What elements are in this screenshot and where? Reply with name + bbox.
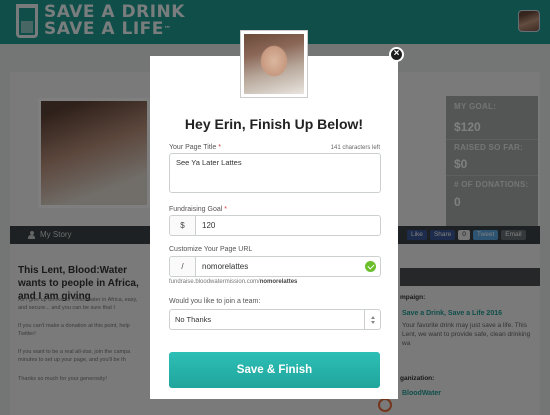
fundraising-goal-label: Fundraising Goal * — [169, 206, 227, 213]
save-and-finish-button[interactable]: Save & Finish — [169, 352, 380, 388]
team-label: Would you like to join a team: — [169, 298, 261, 305]
modal-profile-photo — [240, 30, 308, 98]
checkmark-icon — [365, 261, 376, 272]
required-mark: * — [218, 144, 221, 151]
fundraising-goal-label-text: Fundraising Goal — [169, 206, 223, 213]
team-select[interactable]: No Thanks — [169, 309, 381, 330]
page-url-label: Customize Your Page URL — [169, 246, 253, 253]
team-select-value: No Thanks — [175, 315, 212, 324]
close-modal-button[interactable]: × — [389, 47, 404, 62]
url-preview: fundraise.bloodwatermission.com/nomorela… — [169, 279, 297, 285]
required-mark: * — [224, 206, 227, 213]
page-title-input[interactable]: See Ya Later Lattes — [169, 153, 381, 193]
currency-addon: $ — [170, 216, 196, 235]
page-title-label: Your Page Title * — [169, 144, 221, 151]
fundraising-goal-input[interactable]: 120 — [196, 216, 380, 235]
character-counter: 141 characters left — [330, 145, 380, 151]
url-prefix-addon: / — [170, 257, 196, 276]
profile-image — [244, 34, 304, 94]
page-url-field[interactable]: / nomorelattes — [169, 256, 381, 277]
fundraising-goal-field[interactable]: $ 120 — [169, 215, 381, 236]
url-preview-base: fundraise.bloodwatermission.com/ — [169, 279, 260, 285]
select-arrows-icon — [364, 310, 380, 329]
page-url-input[interactable]: nomorelattes — [196, 257, 380, 276]
page-title-label-text: Your Page Title — [169, 144, 217, 151]
url-preview-slug: nomorelattes — [259, 279, 298, 285]
modal-heading: Hey Erin, Finish Up Below! — [184, 116, 364, 132]
